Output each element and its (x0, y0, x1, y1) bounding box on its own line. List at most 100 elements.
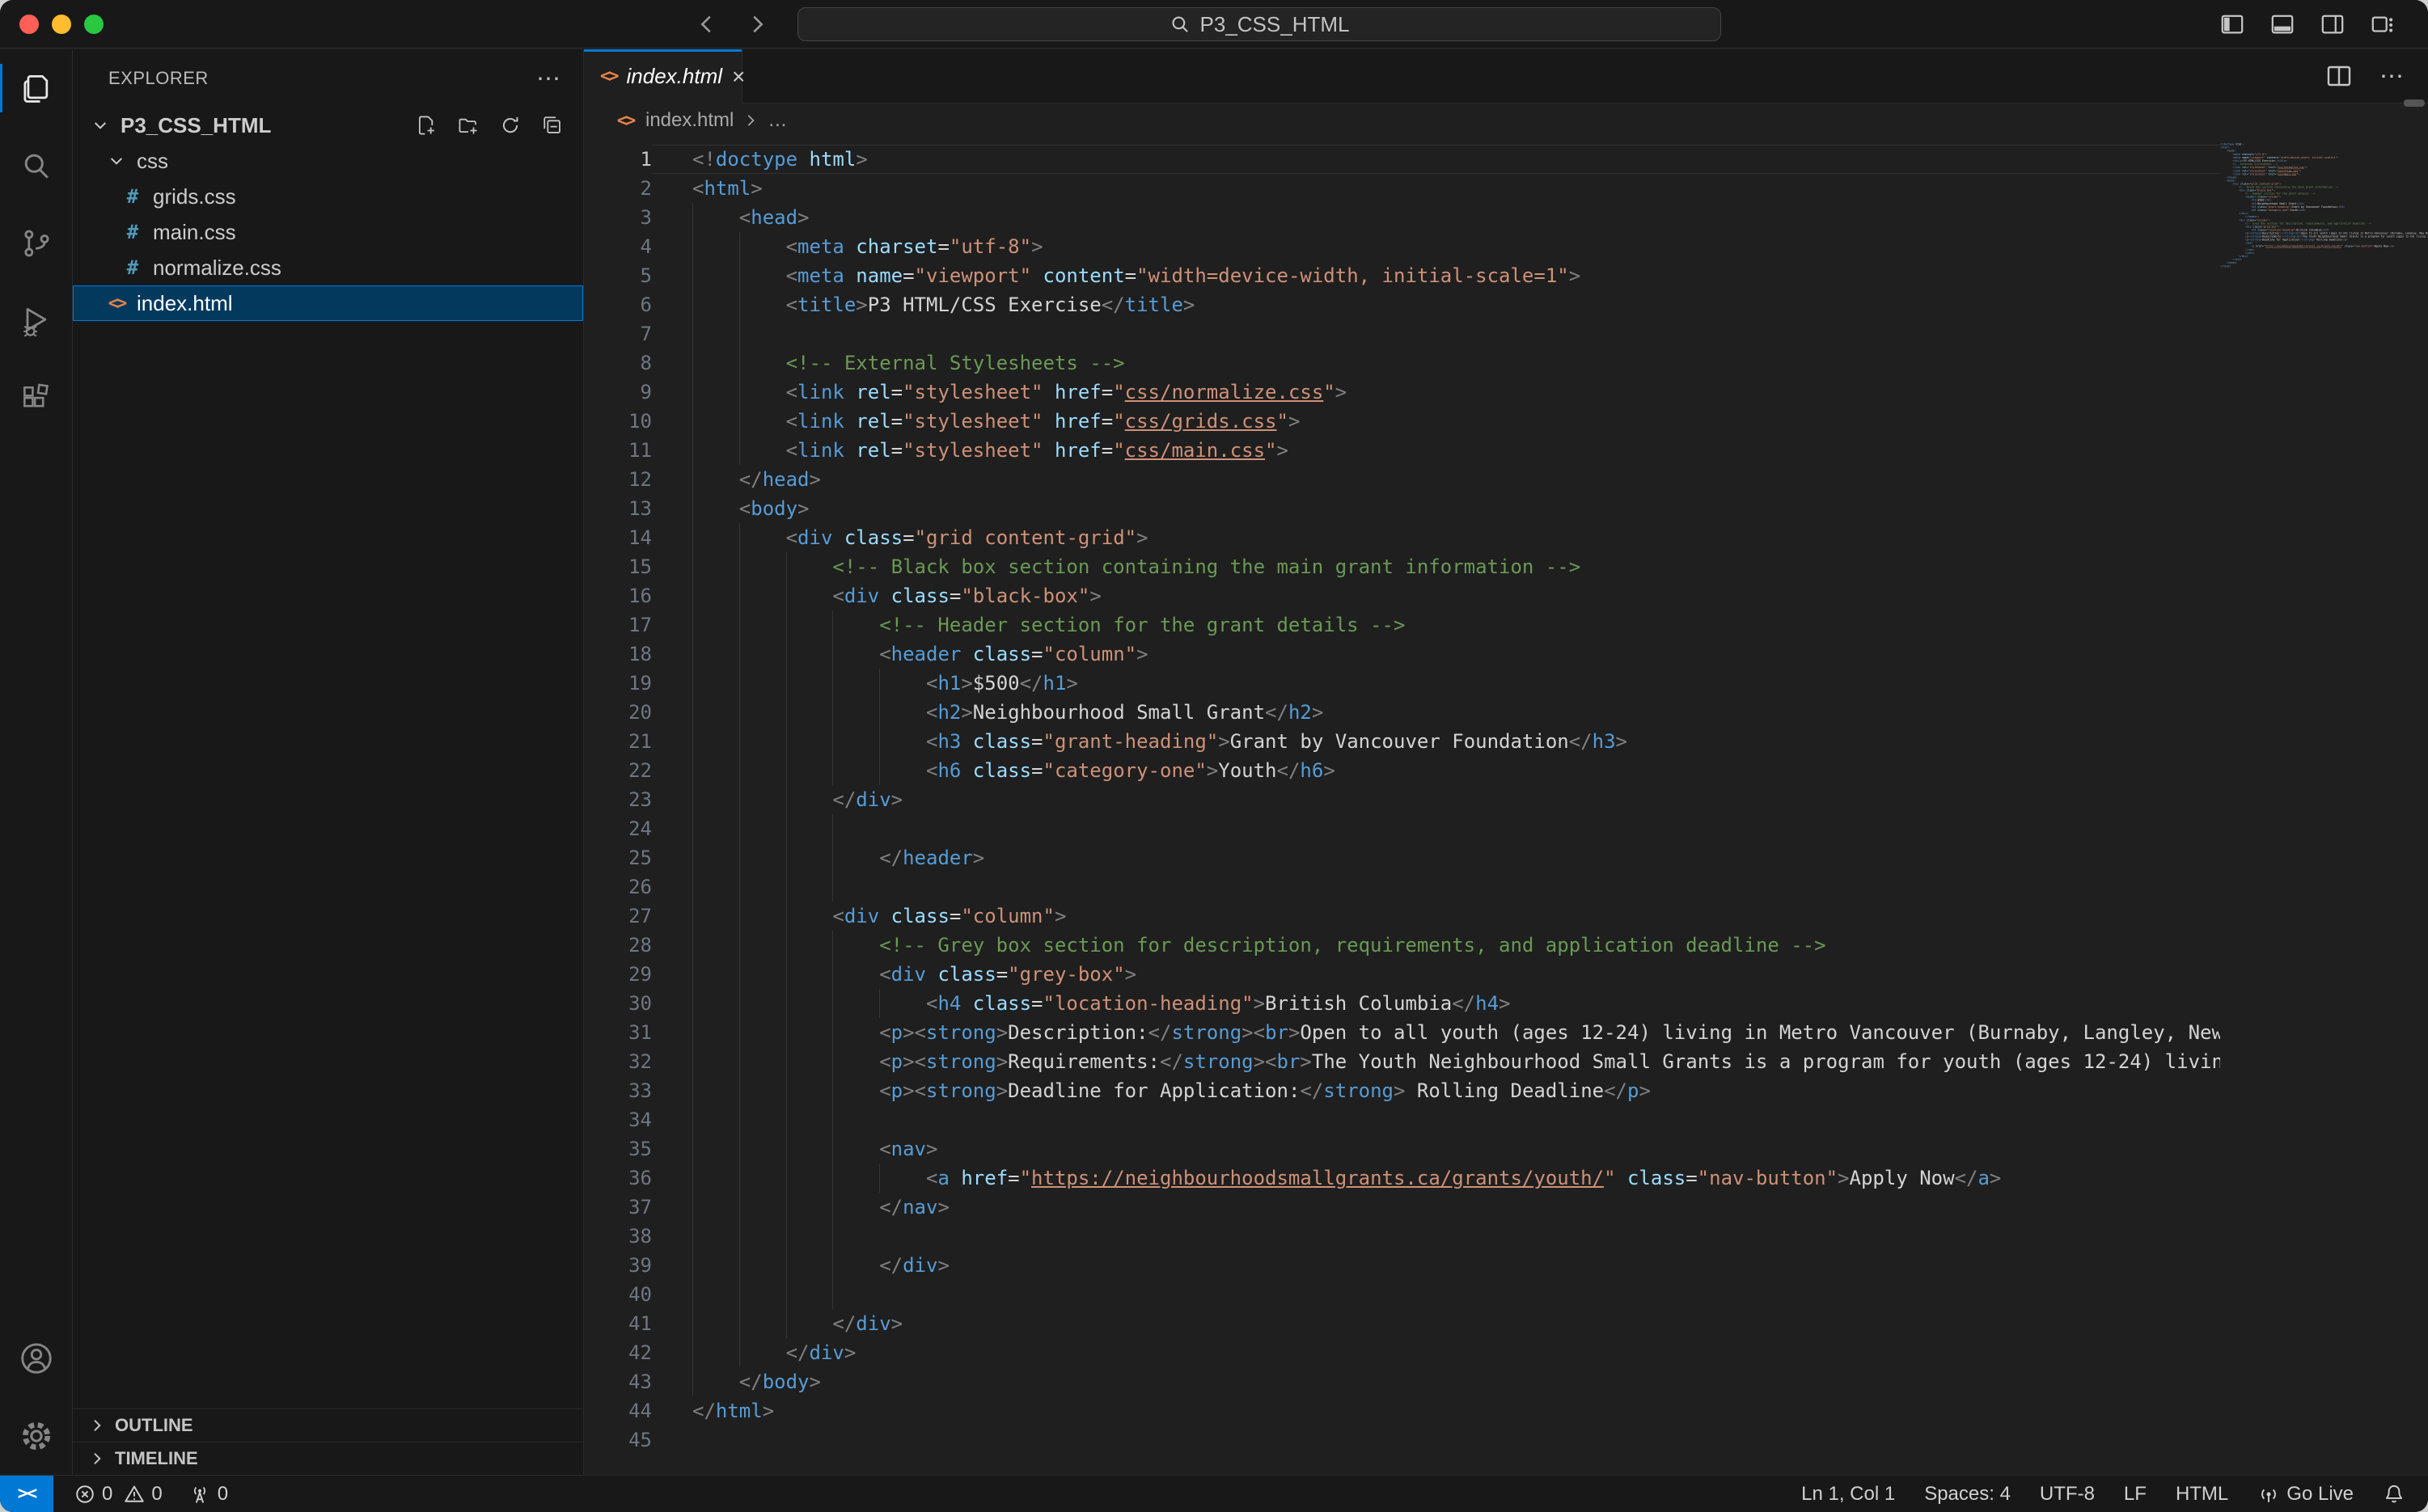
code-content[interactable]: <nav> (652, 1134, 2220, 1164)
code-line[interactable]: 14 <div class="grid content-grid"> (584, 523, 2220, 552)
tree-item-grids-css[interactable]: #grids.css (73, 179, 583, 214)
code-line[interactable]: 29 <div class="grey-box"> (584, 960, 2220, 989)
remote-indicator[interactable]: >< (0, 1476, 53, 1512)
code-content[interactable]: <div class="black-box"> (652, 581, 2220, 610)
code-content[interactable] (652, 1280, 2220, 1309)
tree-item-index-html[interactable]: <>index.html (73, 285, 583, 321)
code-content[interactable]: <!-- External Stylesheets --> (652, 348, 2220, 378)
code-line[interactable]: 35 <nav> (584, 1134, 2220, 1164)
close-tab-icon[interactable]: × (732, 64, 745, 90)
code-line[interactable]: 17 <!-- Header section for the grant det… (584, 610, 2220, 640)
code-content[interactable]: <!-- Header section for the grant detail… (652, 610, 2220, 640)
new-folder-icon[interactable] (458, 115, 479, 136)
code-line[interactable]: 45 (584, 1425, 2220, 1455)
code-content[interactable]: </body> (652, 1367, 2220, 1396)
toggle-panel-icon[interactable] (2269, 11, 2295, 37)
forward-arrow-icon[interactable] (742, 10, 772, 39)
customize-layout-icon[interactable] (2370, 11, 2396, 37)
code-content[interactable]: </header> (652, 843, 2220, 872)
code-content[interactable]: <!doctype html> (652, 145, 2220, 174)
code-line[interactable]: 38 (584, 1222, 2220, 1251)
code-content[interactable]: </div> (652, 1251, 2220, 1280)
code-editor[interactable]: 1<!doctype html>2<html>3 <head>4 <meta c… (584, 138, 2220, 1475)
code-line[interactable]: 28 <!-- Grey box section for description… (584, 931, 2220, 960)
code-line[interactable]: 41 </div> (584, 1309, 2220, 1338)
code-content[interactable] (652, 1222, 2220, 1251)
code-content[interactable]: <header class="column"> (652, 640, 2220, 669)
source-control-icon[interactable] (0, 205, 72, 282)
zoom-window-icon[interactable] (84, 15, 104, 34)
code-line[interactable]: 16 <div class="black-box"> (584, 581, 2220, 610)
account-icon[interactable] (0, 1320, 72, 1397)
explorer-more-actions-icon[interactable]: ⋯ (536, 65, 560, 93)
minimap[interactable]: <!doctype html><html> <head> <meta chars… (2220, 138, 2428, 1475)
code-content[interactable]: <p><strong>Deadline for Application:</st… (652, 1076, 2220, 1105)
code-content[interactable]: <h4 class="location-heading">British Col… (652, 989, 2220, 1018)
code-content[interactable] (652, 319, 2220, 348)
status-notifications[interactable] (2383, 1483, 2405, 1506)
tree-item-normalize-css[interactable]: #normalize.css (73, 250, 583, 285)
code-line[interactable]: 34 (584, 1105, 2220, 1134)
code-content[interactable]: </div> (652, 1309, 2220, 1338)
code-content[interactable]: </nav> (652, 1193, 2220, 1222)
code-content[interactable]: <link rel="stylesheet" href="css/grids.c… (652, 407, 2220, 436)
tab-index-html[interactable]: <> index.html × (584, 49, 742, 103)
code-line[interactable]: 13 <body> (584, 494, 2220, 523)
code-line[interactable]: 12 </head> (584, 465, 2220, 494)
code-line[interactable]: 31 <p><strong>Description:</strong><br>O… (584, 1018, 2220, 1047)
code-content[interactable]: <body> (652, 494, 2220, 523)
code-content[interactable]: <h2>Neighbourhood Small Grant</h2> (652, 698, 2220, 727)
code-line[interactable]: 10 <link rel="stylesheet" href="css/grid… (584, 407, 2220, 436)
explorer-icon[interactable] (0, 49, 72, 127)
code-content[interactable]: <a href="https://neighbourhoodsmallgrant… (652, 1164, 2220, 1193)
search-sidebar-icon[interactable] (0, 127, 72, 205)
code-content[interactable]: <div class="grid content-grid"> (652, 523, 2220, 552)
code-line[interactable]: 36 <a href="https://neighbourhoodsmallgr… (584, 1164, 2220, 1193)
code-line[interactable]: 32 <p><strong>Requirements:</strong><br>… (584, 1047, 2220, 1076)
code-line[interactable]: 9 <link rel="stylesheet" href="css/norma… (584, 378, 2220, 407)
collapse-all-icon[interactable] (542, 115, 563, 136)
breadcrumb-file[interactable]: index.html (645, 109, 734, 132)
code-content[interactable]: <div class="grey-box"> (652, 960, 2220, 989)
code-line[interactable]: 43 </body> (584, 1367, 2220, 1396)
code-content[interactable]: <h6 class="category-one">Youth</h6> (652, 756, 2220, 785)
status-indentation[interactable]: Spaces: 4 (1924, 1483, 2011, 1506)
code-line[interactable]: 20 <h2>Neighbourhood Small Grant</h2> (584, 698, 2220, 727)
code-line[interactable]: 6 <title>P3 HTML/CSS Exercise</title> (584, 290, 2220, 319)
status-eol[interactable]: LF (2124, 1483, 2147, 1506)
code-content[interactable]: <html> (652, 174, 2220, 203)
code-content[interactable]: </div> (652, 1338, 2220, 1367)
code-line[interactable]: 5 <meta name="viewport" content="width=d… (584, 261, 2220, 290)
code-content[interactable]: <h1>$500</h1> (652, 669, 2220, 698)
run-and-debug-icon[interactable] (0, 282, 72, 360)
section-timeline[interactable]: TIMELINE (73, 1442, 583, 1475)
code-content[interactable]: <p><strong>Description:</strong><br>Open… (652, 1018, 2220, 1047)
code-content[interactable] (652, 872, 2220, 902)
code-content[interactable]: <link rel="stylesheet" href="css/normali… (652, 378, 2220, 407)
code-content[interactable]: </div> (652, 785, 2220, 814)
tree-item-css[interactable]: css (73, 143, 583, 179)
code-content[interactable]: <head> (652, 203, 2220, 232)
code-line[interactable]: 2<html> (584, 174, 2220, 203)
section-outline[interactable]: OUTLINE (73, 1409, 583, 1442)
code-line[interactable]: 19 <h1>$500</h1> (584, 669, 2220, 698)
code-line[interactable]: 39 </div> (584, 1251, 2220, 1280)
code-line[interactable]: 4 <meta charset="utf-8"> (584, 232, 2220, 261)
code-content[interactable]: <link rel="stylesheet" href="css/main.cs… (652, 436, 2220, 465)
code-line[interactable]: 25 </header> (584, 843, 2220, 872)
code-content[interactable] (652, 814, 2220, 843)
code-line[interactable]: 40 (584, 1280, 2220, 1309)
command-center-search[interactable]: P3_CSS_HTML (797, 7, 1721, 41)
breadcrumb-more[interactable]: … (768, 109, 787, 132)
code-content[interactable] (652, 1105, 2220, 1134)
code-line[interactable]: 23 </div> (584, 785, 2220, 814)
code-content[interactable]: <meta name="viewport" content="width=dev… (652, 261, 2220, 290)
code-content[interactable]: <!-- Grey box section for description, r… (652, 931, 2220, 960)
code-line[interactable]: 18 <header class="column"> (584, 640, 2220, 669)
code-content[interactable]: <div class="column"> (652, 902, 2220, 931)
extensions-icon[interactable] (0, 360, 72, 437)
status-go-live[interactable]: Go Live (2257, 1483, 2354, 1506)
refresh-icon[interactable] (500, 115, 521, 136)
code-content[interactable]: <h3 class="grant-heading">Grant by Vanco… (652, 727, 2220, 756)
code-line[interactable]: 26 (584, 872, 2220, 902)
